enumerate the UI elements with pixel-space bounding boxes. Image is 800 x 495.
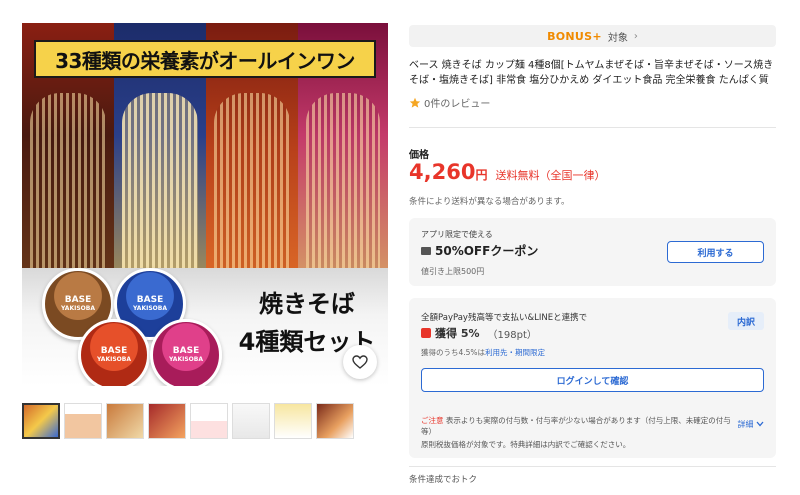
price-value: 4,260 bbox=[409, 160, 476, 184]
cup-sub: YAKISOBA bbox=[133, 305, 167, 312]
bonus-plus-banner[interactable]: BONUS+ 対象 › bbox=[409, 25, 776, 47]
caution-notice: ご注意 表示よりも実際の付与数・付与率が少ない場合があります（付与上限、未確定の… bbox=[421, 415, 731, 437]
shipping-label: 送料無料（全国一律） bbox=[495, 169, 606, 182]
review-count: 0件のレビュー bbox=[424, 99, 491, 110]
login-button[interactable]: ログインして確認 bbox=[421, 368, 764, 392]
paypay-card: 全額PayPay残高等で支払い&LINEと連携で 獲得 5% （198pt） 獲… bbox=[409, 298, 776, 458]
cup-sub: YAKISOBA bbox=[169, 356, 203, 363]
limited-use-link[interactable]: 利用先・期間限定 bbox=[485, 348, 545, 357]
star-icon bbox=[409, 97, 421, 108]
breakdown-button[interactable]: 内訳 bbox=[728, 312, 764, 330]
paypay-sub: 獲得のうち4.5%は利用先・期間限定 bbox=[421, 347, 545, 358]
thumbnail[interactable] bbox=[148, 403, 186, 439]
details-link-label: 詳細 bbox=[737, 420, 754, 429]
thumbnail[interactable] bbox=[106, 403, 144, 439]
tax-note: 原則税抜価格が対象です。特典詳細は内訳でご確認ください。 bbox=[421, 440, 631, 449]
paypay-gain-row: 獲得 5% （198pt） bbox=[421, 325, 537, 341]
cup-brand: BASE bbox=[136, 295, 164, 305]
favorite-button[interactable] bbox=[343, 345, 377, 379]
thumbnail[interactable] bbox=[22, 403, 60, 439]
cup-brand: BASE bbox=[100, 346, 128, 356]
bonus-plus-label: 対象 bbox=[607, 32, 628, 44]
thumbnail[interactable] bbox=[316, 403, 354, 439]
product-title: ベース 焼きそば カップ麺 4種8個[トムヤムまぜそば・旨辛まぜそば・ソース焼き… bbox=[409, 60, 774, 86]
price-row: 4,260 円 送料無料（全国一律） bbox=[409, 160, 605, 184]
cup-image: BASE YAKISOBA bbox=[78, 319, 150, 386]
bonus-plus-logo: BONUS+ bbox=[547, 29, 602, 43]
thumbnail-strip bbox=[22, 403, 354, 439]
price-label: 価格 bbox=[409, 150, 429, 161]
paypay-gain: 獲得 5% bbox=[435, 327, 480, 340]
caution-label: ご注意 bbox=[421, 416, 444, 425]
divider bbox=[409, 127, 776, 128]
paypay-heading: 全額PayPay残高等で支払い&LINEと連携で bbox=[421, 313, 588, 323]
thumbnail[interactable] bbox=[64, 403, 102, 439]
review-link[interactable]: 0件のレビュー bbox=[409, 95, 490, 110]
product-main-image[interactable]: 33種類の栄養素がオールインワン BASE YAKISOBA BASE YAKI… bbox=[22, 23, 388, 386]
heart-icon bbox=[352, 355, 368, 369]
divider bbox=[409, 466, 776, 467]
cup-image: BASE YAKISOBA bbox=[150, 319, 222, 386]
image-caption-line1: 焼きそば bbox=[259, 290, 355, 318]
caution-text: 表示よりも実際の付与数・付与率が少ない場合があります（付与上限、未確定の付与等） bbox=[421, 416, 731, 436]
shipping-note: 条件により送料が異なる場合があります。 bbox=[409, 197, 570, 207]
thumbnail[interactable] bbox=[190, 403, 228, 439]
paypay-sub-prefix: 獲得のうち4.5%は bbox=[421, 348, 486, 357]
deals-label: 条件達成でおトク bbox=[409, 475, 478, 485]
chevron-right-icon: › bbox=[633, 30, 638, 42]
coupon-title: 50%OFFクーポン bbox=[421, 242, 538, 259]
coupon-icon bbox=[421, 246, 431, 255]
image-banner-text: 33種類の栄養素がオールインワン bbox=[34, 40, 376, 78]
price-unit: 円 bbox=[475, 168, 488, 182]
cup-brand: BASE bbox=[172, 346, 200, 356]
coupon-tag: アプリ限定で使える bbox=[421, 230, 493, 239]
coupon-card: アプリ限定で使える 50%OFFクーポン 値引き上限500円 利用する bbox=[409, 218, 776, 286]
thumbnail[interactable] bbox=[232, 403, 270, 439]
details-link[interactable]: 詳細 bbox=[737, 419, 764, 430]
thumbnail[interactable] bbox=[274, 403, 312, 439]
paypay-icon bbox=[421, 328, 431, 338]
paypay-points: （198pt） bbox=[487, 329, 537, 341]
coupon-limit: 値引き上限500円 bbox=[421, 267, 485, 276]
use-coupon-button[interactable]: 利用する bbox=[667, 241, 764, 263]
chevron-down-icon bbox=[756, 421, 764, 427]
cup-sub: YAKISOBA bbox=[61, 305, 95, 312]
cup-brand: BASE bbox=[64, 295, 92, 305]
cup-sub: YAKISOBA bbox=[97, 356, 131, 363]
coupon-title-text: 50%OFFクーポン bbox=[435, 244, 539, 258]
